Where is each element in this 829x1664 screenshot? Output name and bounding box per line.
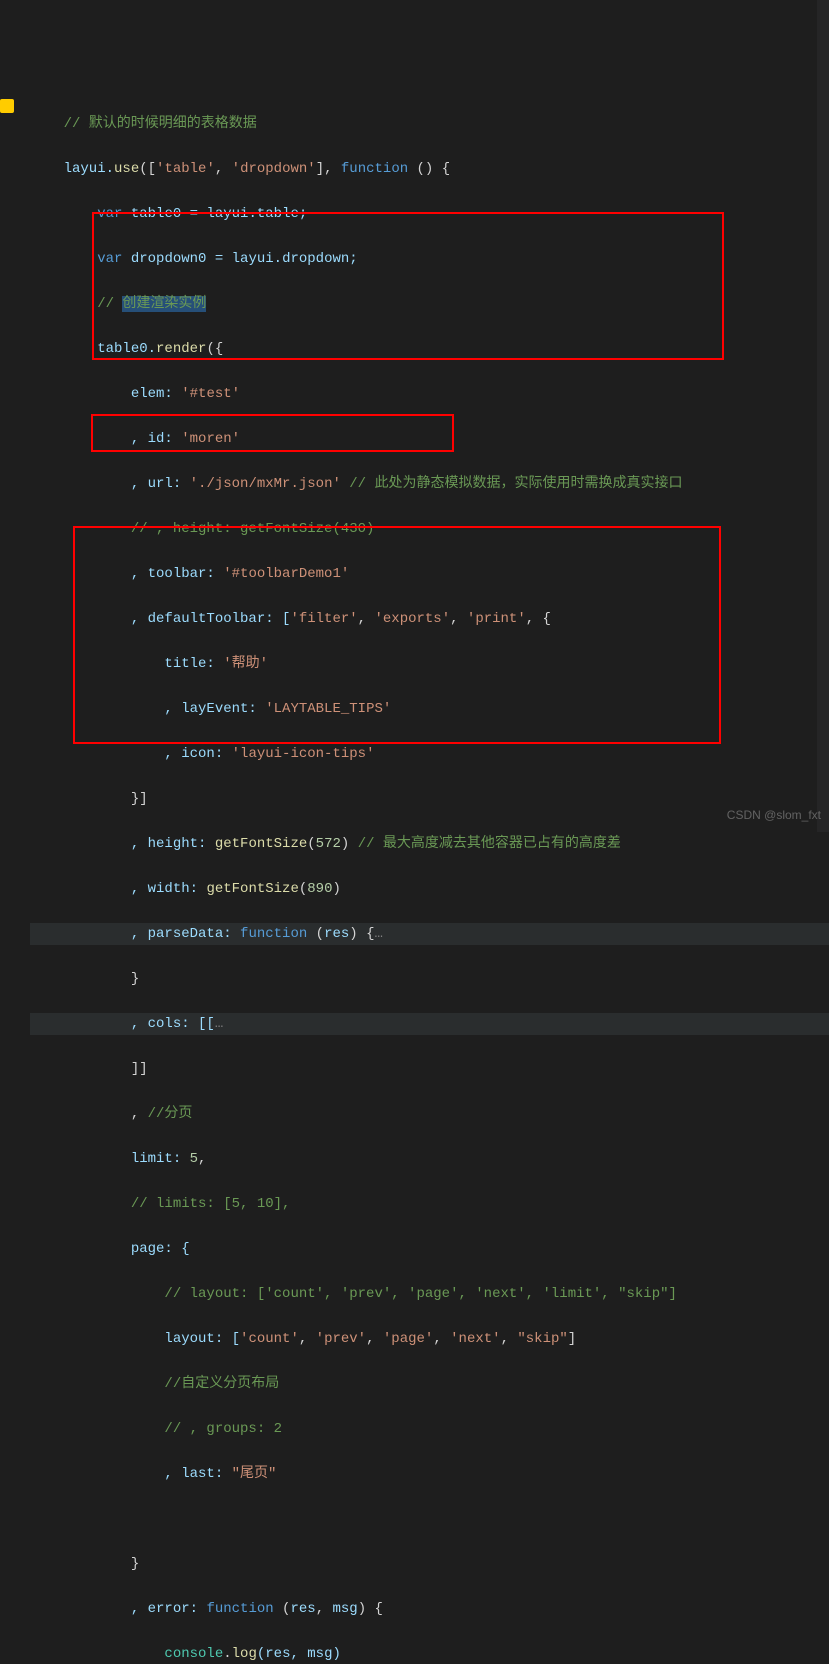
- code-line: [30, 1508, 829, 1531]
- code-line: // , groups: 2: [30, 1418, 829, 1441]
- code-line: , //分页: [30, 1103, 829, 1126]
- code-line: , last: "尾页": [30, 1463, 829, 1486]
- lightbulb-icon[interactable]: [0, 99, 14, 113]
- fold-indicator[interactable]: …: [375, 926, 383, 942]
- code-line: // layout: ['count', 'prev', 'page', 'ne…: [30, 1283, 829, 1306]
- code-line: , width: getFontSize(890): [30, 878, 829, 901]
- code-line: }: [30, 1553, 829, 1576]
- code-line: }]: [30, 788, 829, 811]
- code-line: var dropdown0 = layui.dropdown;: [30, 248, 829, 271]
- code-line: , url: './json/mxMr.json' // 此处为静态模拟数据，实…: [30, 473, 829, 496]
- code-line: , id: 'moren': [30, 428, 829, 451]
- code-line-highlighted: , cols: [[…: [30, 1013, 829, 1036]
- code-line: , icon: 'layui-icon-tips': [30, 743, 829, 766]
- code-line: var table0 = layui.table;: [30, 203, 829, 226]
- code-line-highlighted: , parseData: function (res) {…: [30, 923, 829, 946]
- code-line: // 默认的时候明细的表格数据: [30, 113, 829, 136]
- code-line: //自定义分页布局: [30, 1373, 829, 1396]
- code-line: console.log(res, msg): [30, 1643, 829, 1664]
- code-line: layui.use(['table', 'dropdown'], functio…: [30, 158, 829, 181]
- code-line: , layEvent: 'LAYTABLE_TIPS': [30, 698, 829, 721]
- selected-text: 创建渲染实例: [122, 296, 206, 312]
- minimap-edge[interactable]: [817, 0, 829, 832]
- fold-indicator[interactable]: …: [215, 1016, 223, 1032]
- code-line: // , height: getFontSize(430): [30, 518, 829, 541]
- code-line: page: {: [30, 1238, 829, 1261]
- code-line: elem: '#test': [30, 383, 829, 406]
- code-line: layout: ['count', 'prev', 'page', 'next'…: [30, 1328, 829, 1351]
- code-line: title: '帮助': [30, 653, 829, 676]
- code-line: , error: function (res, msg) {: [30, 1598, 829, 1621]
- code-editor[interactable]: // 默认的时候明细的表格数据 layui.use(['table', 'dro…: [0, 90, 829, 1664]
- code-line: , defaultToolbar: ['filter', 'exports', …: [30, 608, 829, 631]
- code-line: limit: 5,: [30, 1148, 829, 1171]
- watermark: CSDN @slom_fxt: [727, 804, 821, 827]
- code-line: table0.render({: [30, 338, 829, 361]
- code-line: // 创建渲染实例: [30, 293, 829, 316]
- code-line: ]]: [30, 1058, 829, 1081]
- code-line: }: [30, 968, 829, 991]
- code-line: // limits: [5, 10],: [30, 1193, 829, 1216]
- code-line: , height: getFontSize(572) // 最大高度减去其他容器…: [30, 833, 829, 856]
- code-line: , toolbar: '#toolbarDemo1': [30, 563, 829, 586]
